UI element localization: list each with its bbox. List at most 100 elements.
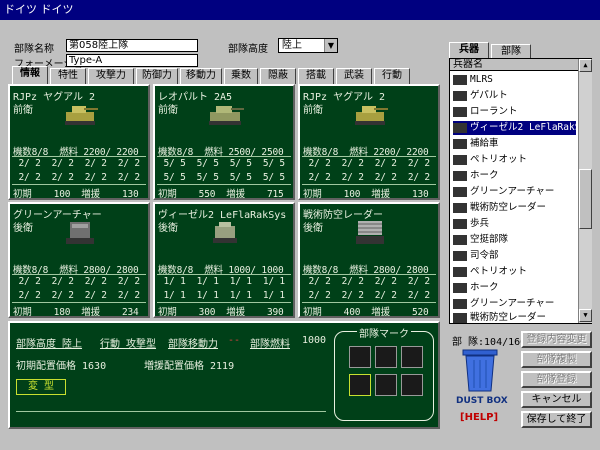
unit-card[interactable]: RJPz ヤグアル 2 前衛 機数8/8 燃料 2200/ 2200 2/ 2 … [8,84,150,200]
unit-grid: RJPz ヤグアル 2 前衛 機数8/8 燃料 2200/ 2200 2/ 2 … [8,84,440,318]
list-item-label: MLRS [470,74,493,85]
list-item[interactable]: 歩兵 [453,217,576,231]
list-item-label: ヴィーゼル2 LeFlaRakSys [470,122,576,133]
unit-card[interactable]: ヴィーゼル2 LeFlaRakSys 後衛 機数8/8 燃料 1000/ 100… [153,202,295,318]
scroll-thumb[interactable] [579,169,592,229]
radar-icon [453,202,467,213]
weapon-list[interactable]: 兵器名 MLRS ゲパルト ローラント ヴィーゼル2 LeFlaRakSys 補… [449,58,592,324]
list-item[interactable]: ゲパルト [453,89,576,103]
tab-attack[interactable]: 攻撃力 [88,68,134,84]
paratrooper-icon [453,234,467,245]
dust-box-label: DUST BOX [456,396,508,406]
list-item-selected[interactable]: ヴィーゼル2 LeFlaRakSys [453,121,576,135]
scroll-down-icon[interactable]: ▼ [579,309,592,322]
list-item-label: ホーク [470,170,499,181]
unit-name-input[interactable]: 第058陸上隊 [66,39,198,52]
tank-icon [355,106,388,125]
unit-mark-caption: 部隊マーク [357,325,411,340]
tab-traits[interactable]: 特性 [50,68,86,84]
list-item[interactable]: ホーク [453,281,576,295]
divider [157,156,291,157]
vehicle-icon [453,106,467,117]
list-item[interactable]: ペトリオット [453,153,576,167]
infantry-icon [453,218,467,229]
tab-mobility[interactable]: 移動力 [180,68,222,84]
change-type-button[interactable]: 変 型 [16,379,66,395]
unit-name-label: 部隊名称 [14,44,54,55]
tab-action[interactable]: 行動 [374,68,410,84]
list-item[interactable]: 補給車 [453,137,576,151]
unit-stat-row: 2/ 2 2/ 2 2/ 2 2/ 2 [303,158,431,169]
list-item-label: 補給車 [470,138,499,149]
divider [302,156,436,157]
divider [12,274,146,275]
cancel-button[interactable]: キャンセル [521,391,592,408]
mark-option-icon[interactable] [375,374,397,396]
formation-input[interactable]: Type-A [66,54,198,67]
scroll-up-icon[interactable]: ▲ [579,59,592,72]
hq-icon [453,250,467,261]
divider [302,184,436,185]
vehicle-icon [453,74,467,85]
tab-armament[interactable]: 武装 [336,68,372,84]
unit-role: 前衛 [158,105,178,116]
unit-stat-row: 1/ 1 1/ 1 1/ 1 1/ 1 [158,290,286,301]
tab-info[interactable]: 情報 [12,66,48,84]
save-and-exit-button[interactable]: 保存して終了 [521,411,592,428]
weapon-list-header: 兵器名 [450,59,578,71]
divider [16,411,326,412]
tab-units[interactable]: 部隊 [491,44,531,58]
list-item[interactable]: ホーク [453,169,576,183]
vehicle-icon [453,186,467,197]
list-item[interactable]: 戦術防空レーダー [453,201,576,215]
duplicate-unit-button[interactable]: 部隊複製 [521,351,592,368]
list-item[interactable]: MLRS [453,73,576,87]
list-item[interactable]: 空挺部隊 [453,233,576,247]
tab-multiplier[interactable]: 乗数 [224,68,258,84]
vehicle-icon [453,170,467,181]
mark-option-icon[interactable] [349,374,371,396]
list-item-label: グリーンアーチャー [470,298,555,309]
list-item[interactable]: 司令部 [453,249,576,263]
unit-stat-cost: 初期 100 増援 130 [13,189,139,200]
unit-stat-row: 1/ 1 1/ 1 1/ 1 1/ 1 [158,276,286,287]
unit-card[interactable]: グリーンアーチャー 後衛 機数8/8 燃料 2800/ 2800 2/ 2 2/… [8,202,150,318]
tab-defense[interactable]: 防御力 [136,68,178,84]
list-item-label: 歩兵 [470,218,490,229]
unit-stat-cost: 初期 400 増援 520 [303,307,429,318]
unit-card[interactable]: RJPz ヤグアル 2 前衛 機数8/8 燃料 2200/ 2200 2/ 2 … [298,84,440,200]
modify-registration-button[interactable]: 登録内容変更 [521,331,592,348]
list-item-label: ゲパルト [470,90,508,101]
mark-option-icon[interactable] [401,346,423,368]
vehicle-icon [453,298,467,309]
register-unit-button[interactable]: 部隊登録 [521,371,592,388]
tab-stealth[interactable]: 隠蔽 [260,68,296,84]
list-item[interactable]: ローラント [453,105,576,119]
summary-move-value: -- [228,335,241,346]
divider [12,302,146,303]
weapon-list-scrollbar[interactable]: ▲ ▼ [578,59,592,323]
mark-option-icon[interactable] [401,374,423,396]
unit-card[interactable]: レオパルト 2A5 前衛 機数8/8 燃料 2500/ 2500 5/ 5 5/… [153,84,295,200]
altitude-select[interactable]: 陸上 ▼ [278,38,338,53]
unit-role: 前衛 [303,105,323,116]
help-link[interactable]: [HELP] [460,412,498,423]
list-item[interactable]: 戦術防空レーダー [453,311,576,323]
list-item[interactable]: グリーンアーチャー [453,185,576,199]
trash-icon[interactable] [461,348,499,392]
summary-initial-cost: 初期配置価格 1630 [16,361,107,372]
altitude-select-value: 陸上 [282,40,302,51]
tab-cargo[interactable]: 搭載 [298,68,334,84]
chevron-down-icon[interactable]: ▼ [324,39,337,52]
tank-icon [209,106,244,125]
list-item[interactable]: グリーンアーチャー [453,297,576,311]
mark-option-icon[interactable] [349,346,371,368]
title-bar: ドイツ ドイツ [0,0,600,20]
summary-fuel-value: 1000 [302,335,327,346]
unit-card[interactable]: 戦術防空レーダー 後衛 機数8/8 燃料 2800/ 2800 2/ 2 2/ … [298,202,440,318]
list-item[interactable]: ペトリオット [453,265,576,279]
list-item-label: グリーンアーチャー [470,186,555,197]
unit-stat-row: 2/ 2 2/ 2 2/ 2 2/ 2 [303,172,431,183]
mark-option-icon[interactable] [375,346,397,368]
list-item-label: ホーク [470,282,499,293]
